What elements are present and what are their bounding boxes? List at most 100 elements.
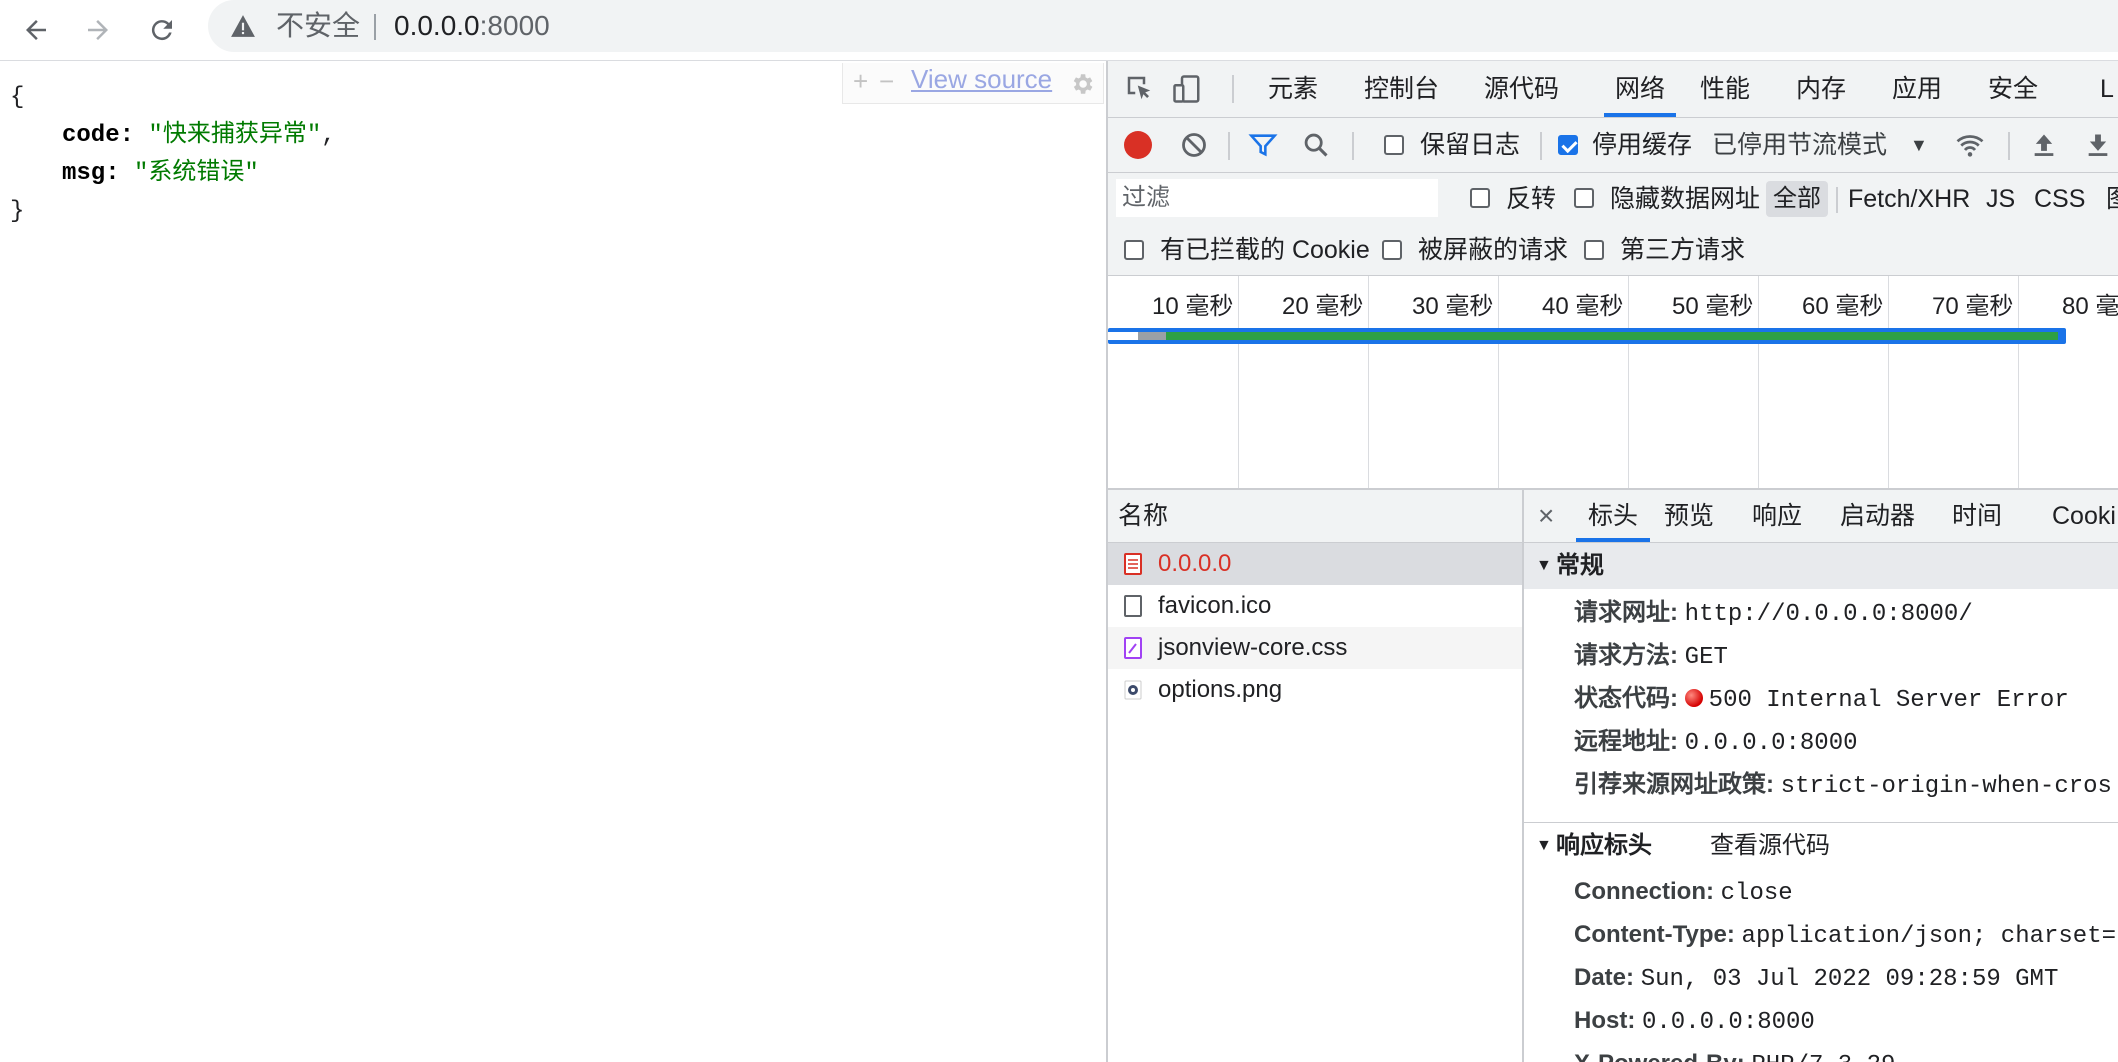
browser-toolbar: 不安全 0.0.0.0:8000 — [0, 0, 2118, 61]
tab-console[interactable]: 控制台 — [1364, 61, 1439, 117]
hide-data-urls-label: 隐藏数据网址 — [1610, 185, 1761, 213]
tab-initiator[interactable]: 启动器 — [1840, 490, 1915, 542]
export-har-icon[interactable] — [2084, 131, 2112, 159]
request-row[interactable]: jsonview-core.css — [1108, 627, 1522, 669]
blocked-cookies-label: 有已拦截的 Cookie — [1160, 236, 1370, 264]
filter-type-js[interactable]: JS — [1986, 173, 2015, 225]
json-key: msg: — [62, 160, 120, 187]
inspect-element-icon[interactable] — [1124, 73, 1154, 103]
timeline-gridline — [1758, 276, 1759, 488]
back-button[interactable] — [14, 8, 58, 52]
view-source-button[interactable]: 查看源代码 — [1710, 823, 1830, 869]
record-button[interactable] — [1124, 131, 1152, 159]
json-comma: , — [321, 122, 336, 149]
chevron-down-icon[interactable]: ▼ — [1910, 118, 1928, 172]
timeline-overview[interactable]: 10 毫秒 20 毫秒 30 毫秒 40 毫秒 50 毫秒 60 毫秒 70 毫… — [1108, 276, 2118, 490]
devtools-panel: 元素 控制台 源代码 网络 性能 内存 应用 安全 L 保留日志 停用缓存 已停… — [1106, 61, 2118, 1062]
tab-network[interactable]: 网络 — [1604, 61, 1676, 117]
tab-security[interactable]: 安全 — [1988, 61, 2038, 117]
divider — [374, 14, 376, 40]
timeline-bar-stalled — [1138, 332, 1166, 340]
clear-icon[interactable] — [1180, 131, 1208, 159]
header-key: X-Powered-By: — [1574, 1050, 1745, 1062]
header-row: 远程地址: 0.0.0.0:8000 — [1574, 721, 1858, 763]
header-key: 引荐来源网址政策: — [1574, 771, 1774, 798]
preserve-log-checkbox[interactable] — [1384, 135, 1404, 155]
preserve-log-label: 保留日志 — [1420, 131, 1521, 159]
third-party-checkbox[interactable] — [1584, 240, 1604, 260]
disable-cache-label: 停用缓存 — [1592, 131, 1693, 159]
tab-performance[interactable]: 性能 — [1700, 61, 1750, 117]
disable-cache-checkbox[interactable] — [1558, 135, 1578, 155]
triangle-down-icon: ▼ — [1536, 557, 1552, 574]
json-key: code: — [62, 122, 135, 149]
filter-type-all[interactable]: 全部 — [1766, 181, 1828, 217]
gear-icon[interactable] — [1069, 71, 1095, 97]
tab-timing[interactable]: 时间 — [1952, 490, 2002, 542]
blocked-requests-checkbox[interactable] — [1382, 240, 1402, 260]
warning-icon[interactable] — [230, 14, 256, 38]
third-party-label: 第三方请求 — [1620, 236, 1746, 264]
address-bar[interactable]: 不安全 0.0.0.0:8000 — [208, 0, 2118, 52]
name-header-label: 名称 — [1118, 502, 1169, 530]
section-title: 常规 — [1556, 552, 1604, 579]
header-value: 0.0.0.0:8000 — [1684, 730, 1858, 757]
tab-headers[interactable]: 标头 — [1576, 490, 1651, 542]
request-row[interactable]: options.png — [1108, 669, 1522, 711]
arrow-left-icon — [26, 20, 46, 40]
search-icon[interactable] — [1302, 131, 1330, 159]
forward-button[interactable] — [76, 8, 120, 52]
reload-button[interactable] — [140, 8, 184, 52]
timeline-tick-label: 60 毫秒 — [1802, 293, 1884, 320]
filter-input[interactable]: 过滤 — [1116, 179, 1438, 217]
invert-checkbox[interactable] — [1470, 188, 1490, 208]
tab-cookies[interactable]: Cooki — [2052, 490, 2116, 542]
expand-all-button[interactable]: + — [853, 63, 868, 99]
throttling-select[interactable]: 已停用节流模式 — [1712, 118, 1887, 172]
request-row[interactable]: favicon.ico — [1108, 585, 1522, 627]
tab-memory[interactable]: 内存 — [1796, 61, 1846, 117]
network-conditions-icon[interactable] — [1954, 130, 1986, 160]
url-host: 0.0.0.0 — [394, 10, 480, 41]
timeline-tick-label: 50 毫秒 — [1672, 293, 1754, 320]
tab-response[interactable]: 响应 — [1752, 490, 1802, 542]
request-row[interactable]: 0.0.0.0 — [1108, 543, 1522, 585]
tab-overflow[interactable]: L — [2100, 61, 2114, 117]
security-label[interactable]: 不安全 — [276, 8, 360, 44]
hide-data-urls-checkbox[interactable] — [1574, 188, 1594, 208]
name-column-header[interactable]: 名称 — [1108, 490, 1522, 543]
response-headers-section-header[interactable]: ▼ 响应标头 查看源代码 — [1524, 822, 2118, 869]
header-value: Sun, 03 Jul 2022 09:28:59 GMT — [1640, 966, 2059, 993]
filter-type-css[interactable]: CSS — [2034, 173, 2085, 225]
view-source-link[interactable]: View source — [911, 61, 1052, 97]
filter-type-img[interactable]: 图 — [2106, 173, 2118, 225]
blocked-cookies-checkbox[interactable] — [1124, 240, 1144, 260]
tab-application[interactable]: 应用 — [1892, 61, 1942, 117]
close-icon[interactable]: × — [1538, 490, 1554, 542]
header-value: strict-origin-when-cros — [1780, 773, 2112, 800]
filter-type-fetch-xhr[interactable]: Fetch/XHR — [1848, 173, 1970, 225]
filter-icon[interactable] — [1248, 131, 1278, 159]
header-row: X-Powered-By: PHP/7.3.29 — [1574, 1043, 1895, 1062]
tab-sources[interactable]: 源代码 — [1484, 61, 1559, 117]
url-text[interactable]: 0.0.0.0:8000 — [394, 8, 550, 44]
tab-elements[interactable]: 元素 — [1268, 61, 1318, 117]
document-icon — [1124, 553, 1142, 575]
header-key: Content-Type: — [1574, 921, 1735, 948]
import-har-icon[interactable] — [2030, 131, 2058, 159]
tab-preview[interactable]: 预览 — [1664, 490, 1714, 542]
general-section-header[interactable]: ▼ 常规 — [1524, 543, 2118, 589]
arrow-right-icon — [88, 20, 108, 40]
divider — [1232, 75, 1234, 103]
header-value: 0.0.0.0:8000 — [1642, 1009, 1815, 1036]
collapse-all-button[interactable]: − — [879, 63, 894, 99]
json-open-brace: { — [10, 84, 25, 111]
device-toolbar-icon[interactable] — [1172, 73, 1202, 105]
header-row: Host: 0.0.0.0:8000 — [1574, 1000, 1815, 1042]
divider — [1836, 187, 1838, 213]
header-key: 请求方法: — [1574, 642, 1678, 669]
page-viewport: { code: "快来捕获异常", msg: "系统错误" } + − View… — [0, 61, 1106, 1062]
divider — [2008, 132, 2010, 160]
file-icon — [1124, 595, 1142, 617]
invert-label: 反转 — [1506, 185, 1557, 213]
